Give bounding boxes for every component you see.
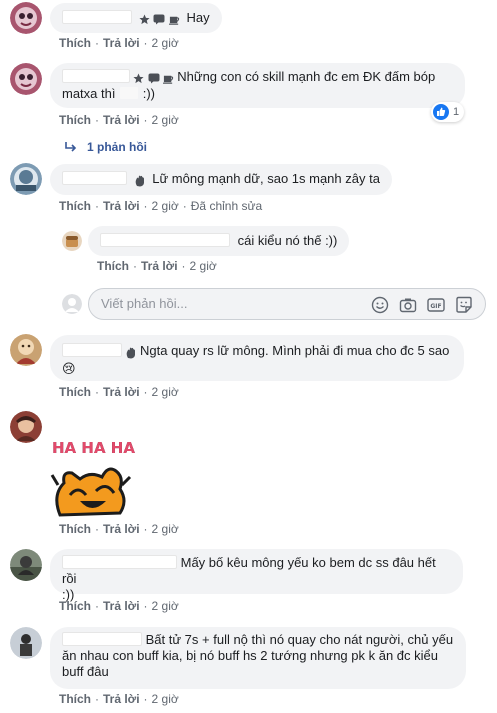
comment-bubble: Ngta quay rs lữ mông. Mình phải đi mua c… xyxy=(50,335,464,381)
commenter-name[interactable] xyxy=(62,69,130,83)
comment-text: cái kiểu nó thế :)) xyxy=(237,233,338,248)
laughing-cat-icon xyxy=(50,467,132,517)
comment-actions: Thích · Trả lời · 2 giờ xyxy=(97,259,217,273)
avatar[interactable] xyxy=(10,627,42,659)
reply-link[interactable]: Trả lời xyxy=(141,259,178,273)
timestamp[interactable]: 2 giờ xyxy=(152,522,179,536)
avatar[interactable] xyxy=(10,2,42,34)
star-icon xyxy=(139,14,150,25)
timestamp[interactable]: 2 giờ xyxy=(152,199,179,213)
commenter-name[interactable] xyxy=(100,233,230,247)
timestamp[interactable]: 2 giờ xyxy=(152,113,179,127)
emoji-icon[interactable] xyxy=(371,296,389,314)
reaction-count[interactable]: 1 xyxy=(431,102,465,122)
like-link[interactable]: Thích xyxy=(97,259,129,273)
star-icon xyxy=(133,73,144,84)
comment-text-line1: Bất tử 7s + full nộ thì nó quay cho nát … xyxy=(145,632,454,647)
comment-text-line3: buff đâu xyxy=(62,664,109,679)
cup-icon xyxy=(168,16,180,25)
comment-text-line2: ăn nhau con buff kia, bị nó buff hs 2 tư… xyxy=(62,648,438,663)
comment-actions: Thích · Trả lời · 2 giờ xyxy=(59,599,179,613)
chat-badge-icon xyxy=(153,14,165,25)
like-link[interactable]: Thích xyxy=(59,113,91,127)
svg-text:GIF: GIF xyxy=(430,303,441,310)
gif-icon[interactable]: GIF xyxy=(427,296,445,314)
cup-icon xyxy=(163,75,174,84)
reply-link[interactable]: Trả lời xyxy=(103,522,140,536)
badge-icons xyxy=(134,172,146,188)
like-link[interactable]: Thích xyxy=(59,522,91,536)
sticker-icon[interactable] xyxy=(455,296,473,314)
wave-hand-icon xyxy=(126,347,135,359)
badge-icons xyxy=(133,70,174,86)
comment-actions: Thích · Trả lời · 2 giờ xyxy=(59,692,179,706)
camera-icon[interactable] xyxy=(399,296,417,314)
reply-link[interactable]: Trả lời xyxy=(103,199,140,213)
like-link[interactable]: Thích xyxy=(59,199,91,213)
comment-text-line1: Ngta quay rs lữ mông. Mình phải đi mua c… xyxy=(140,343,450,358)
sticker[interactable]: HA HA HA xyxy=(50,437,135,517)
like-link[interactable]: Thích xyxy=(59,599,91,613)
comment-bubble: Lữ mông mạnh dữ, sao 1s mạnh zây ta xyxy=(50,164,392,195)
reply-arrow-icon xyxy=(65,142,77,152)
comment-text-line2b: :)) xyxy=(142,86,155,101)
reply-link[interactable]: Trả lời xyxy=(103,692,140,706)
reaction-number: 1 xyxy=(453,106,460,118)
badge-icons xyxy=(139,11,180,27)
commenter-name[interactable] xyxy=(62,171,127,185)
avatar[interactable] xyxy=(10,334,42,366)
reply-link[interactable]: Trả lời xyxy=(103,36,140,50)
like-link[interactable]: Thích xyxy=(59,36,91,50)
avatar[interactable] xyxy=(10,411,42,443)
timestamp[interactable]: 2 giờ xyxy=(152,599,179,613)
comment-text: Lữ mông mạnh dữ, sao 1s mạnh zây ta xyxy=(152,171,380,186)
like-link[interactable]: Thích xyxy=(59,692,91,706)
comment-actions: Thích · Trả lời · 2 giờ · Đã chỉnh sửa xyxy=(59,199,263,213)
avatar[interactable] xyxy=(10,163,42,195)
sad-emoji: 😢 xyxy=(62,362,76,377)
comment-text-line1: Những con có skill mạnh đc em ĐK đấm bóp xyxy=(177,69,436,84)
comment-text-line2a: matxa thì xyxy=(62,86,116,101)
comment-actions: Thích · Trả lời · 2 giờ xyxy=(59,385,179,399)
mention-name[interactable] xyxy=(119,86,140,100)
comment-bubble: Bất tử 7s + full nộ thì nó quay cho nát … xyxy=(50,627,466,689)
current-user-avatar xyxy=(62,294,82,314)
commenter-name[interactable] xyxy=(62,343,122,357)
comment-bubble: Mấy bố kêu mông yếu ko bem dc ss đâu hết… xyxy=(50,549,463,602)
reply-link[interactable]: Trả lời xyxy=(103,599,140,613)
replies-count-text: 1 phản hồi xyxy=(87,140,147,154)
timestamp[interactable]: 2 giờ xyxy=(190,259,217,273)
view-replies-link[interactable]: 1 phản hồi xyxy=(65,140,147,154)
reply-input[interactable] xyxy=(101,296,351,311)
commenter-name[interactable] xyxy=(62,632,142,646)
comment-actions: Thích · Trả lời · 2 giờ xyxy=(59,36,179,50)
avatar[interactable] xyxy=(10,549,42,581)
chat-badge-icon xyxy=(148,73,160,84)
commenter-name[interactable] xyxy=(62,555,177,569)
badge-icons xyxy=(125,344,137,360)
edited-label[interactable]: Đã chỉnh sửa xyxy=(191,199,262,213)
commenter-name[interactable] xyxy=(62,10,132,24)
comment-text: Hay xyxy=(186,10,210,25)
timestamp[interactable]: 2 giờ xyxy=(152,385,179,399)
comment-actions: Thích · Trả lời · 2 giờ xyxy=(59,522,179,536)
timestamp[interactable]: 2 giờ xyxy=(152,692,179,706)
comment-bubble: Hay xyxy=(50,3,222,33)
reply-composer: GIF xyxy=(88,288,486,320)
reply-link[interactable]: Trả lời xyxy=(103,113,140,127)
reply-link[interactable]: Trả lời xyxy=(103,385,140,399)
like-reaction-icon xyxy=(433,104,449,120)
like-link[interactable]: Thích xyxy=(59,385,91,399)
comment-bubble: cái kiểu nó thế :)) xyxy=(88,226,350,256)
timestamp[interactable]: 2 giờ xyxy=(152,36,179,50)
comment-actions: Thích · Trả lời · 2 giờ xyxy=(59,113,179,127)
comment-bubble: Những con có skill mạnh đc em ĐK đấm bóp… xyxy=(50,63,465,108)
avatar[interactable] xyxy=(10,63,42,95)
avatar[interactable] xyxy=(62,231,82,251)
wave-hand-icon xyxy=(135,175,144,187)
